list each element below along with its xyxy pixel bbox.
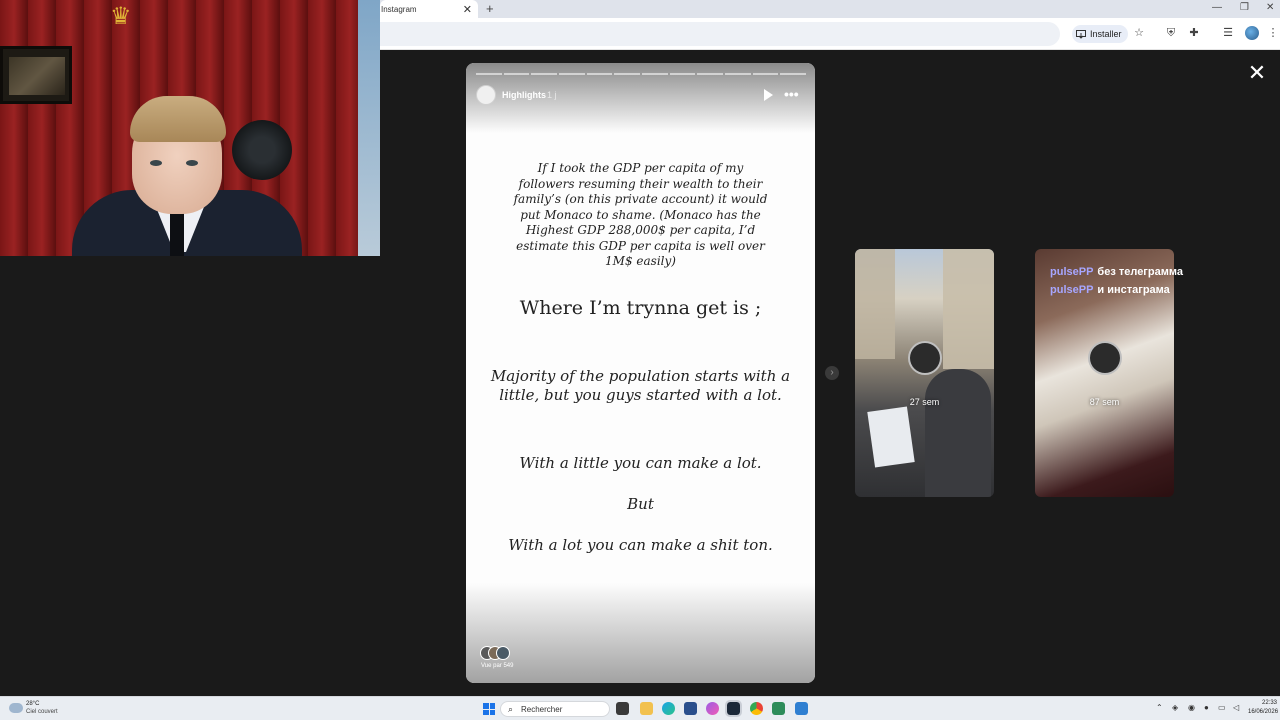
camera-equipment xyxy=(232,120,292,180)
person-eye-left xyxy=(150,160,162,166)
webcam-overlay: ♛ xyxy=(0,0,380,256)
install-icon xyxy=(1076,29,1086,39)
weather-icon[interactable] xyxy=(9,703,23,713)
clock-date[interactable]: 16/06/2026 xyxy=(1248,709,1278,715)
story-text-lot: With a lot you can make a shit ton. xyxy=(508,536,773,554)
tray-app-icon[interactable]: ◉ xyxy=(1188,703,1195,712)
progress-segment xyxy=(752,73,779,75)
person-eye-right xyxy=(186,160,198,166)
close-viewer-button[interactable]: ✕ xyxy=(1244,60,1270,86)
microphone-icon[interactable]: ● xyxy=(1204,703,1209,712)
progress-segment xyxy=(503,73,530,75)
building xyxy=(855,249,895,359)
story-text-but: But xyxy=(627,495,654,513)
play-icon[interactable] xyxy=(762,88,774,102)
preview-time-label: 27 sem xyxy=(909,397,940,407)
comment-text: без телеграмма xyxy=(1097,266,1183,278)
overlay-comment: pulsePP и инстаграма xyxy=(1050,284,1170,296)
preview-avatar xyxy=(1088,341,1122,375)
progress-segment xyxy=(780,73,807,75)
progress-segment xyxy=(531,73,558,75)
progress-segment xyxy=(642,73,668,75)
story-account-avatar[interactable] xyxy=(476,85,496,105)
viewer-avatars[interactable] xyxy=(480,646,516,660)
tray-app-icon[interactable]: ◈ xyxy=(1172,703,1178,712)
story-text-heading: Where I’m trynna get is ; xyxy=(519,297,762,319)
menu-icon[interactable]: ⋮ xyxy=(1266,26,1280,40)
shield-icon[interactable]: ⛨ xyxy=(1164,26,1178,40)
story-progress-bar xyxy=(476,73,807,75)
man-suit xyxy=(925,369,991,497)
building xyxy=(943,249,994,369)
preview-avatar xyxy=(908,341,942,375)
restore-button[interactable]: ❐ xyxy=(1240,2,1249,13)
progress-segment xyxy=(725,73,751,75)
progress-segment xyxy=(559,73,585,75)
overlay-comment: pulsePP без телеграмма xyxy=(1050,266,1183,278)
tab-instagram[interactable]: Instagram ✕ xyxy=(380,0,478,18)
clock-time[interactable]: 22:33 xyxy=(1262,700,1277,706)
story-text-gdp: If I took the GDP per capita of my follo… xyxy=(513,161,768,268)
taskbar: 28°C Ciel couvert ⌕ Rechercher ⌃ ◈ ◉ ● ▭… xyxy=(0,696,1280,720)
taskbar-search[interactable]: ⌕ Rechercher xyxy=(500,701,610,717)
messenger-icon[interactable] xyxy=(706,702,719,715)
task-view-icon[interactable] xyxy=(616,702,629,715)
progress-segment xyxy=(586,73,613,75)
next-story-arrow[interactable]: › xyxy=(825,366,839,380)
steam-icon[interactable] xyxy=(725,700,742,717)
network-icon[interactable]: ▭ xyxy=(1218,703,1226,712)
story-preview-1[interactable]: 27 sem xyxy=(855,249,994,497)
start-button[interactable] xyxy=(483,703,495,715)
progress-segment xyxy=(614,73,641,75)
search-icon: ⌕ xyxy=(508,704,514,714)
story-age: 1 j xyxy=(547,90,557,100)
progress-segment xyxy=(697,73,724,75)
new-tab-button[interactable]: + xyxy=(486,1,494,16)
comment-user: pulsePP xyxy=(1050,266,1094,278)
edge-icon[interactable] xyxy=(662,702,675,715)
profile-avatar[interactable] xyxy=(1245,26,1259,40)
progress-segment xyxy=(669,73,696,75)
wall xyxy=(358,0,380,256)
more-options-icon[interactable]: ••• xyxy=(784,86,799,102)
media-queue-icon[interactable]: ☰ xyxy=(1221,26,1235,40)
extensions-icon[interactable]: ✚ xyxy=(1187,26,1201,40)
preview-time-label: 87 sem xyxy=(1089,397,1120,407)
app-icon[interactable] xyxy=(795,702,808,715)
address-bar[interactable] xyxy=(380,22,1060,46)
bookmark-star-icon[interactable]: ☆ xyxy=(1132,26,1146,40)
chrome-icon[interactable] xyxy=(750,702,763,715)
file-explorer-icon[interactable] xyxy=(640,702,653,715)
viewer-avatar xyxy=(496,646,510,660)
tab-title: Instagram xyxy=(381,5,417,14)
comment-text: и инстаграма xyxy=(1097,284,1170,296)
seen-by-count[interactable]: Vue par 549 xyxy=(481,663,513,669)
app-icon[interactable] xyxy=(772,702,785,715)
minimize-button[interactable]: — xyxy=(1212,2,1222,13)
tray-chevron-icon[interactable]: ⌃ xyxy=(1156,703,1163,712)
install-button[interactable]: Installer xyxy=(1072,25,1128,43)
volume-icon[interactable]: ◁ xyxy=(1233,703,1239,712)
tab-close-icon[interactable]: ✕ xyxy=(463,3,472,16)
screen: { "browser": { "tab_title": "Instagram",… xyxy=(0,0,1280,720)
crown-icon: ♛ xyxy=(110,3,132,30)
store-icon[interactable] xyxy=(684,702,697,715)
browser-tab-bar: Instagram ✕ + — ❐ ✕ xyxy=(380,0,1280,18)
story-bottom-gradient xyxy=(466,583,815,683)
story-account-name[interactable]: Highlights xyxy=(502,90,546,100)
weather-description[interactable]: Ciel couvert xyxy=(26,709,58,715)
story-text-population: Majority of the population starts with a… xyxy=(490,367,791,404)
install-label: Installer xyxy=(1090,29,1122,39)
browser-toolbar: Installer ☆ ⛨ ✚ ☰ ⋮ xyxy=(380,18,1280,50)
painting xyxy=(0,46,72,104)
story-card[interactable]: Highlights 1 j ••• If I took the GDP per… xyxy=(466,63,815,683)
search-placeholder: Rechercher xyxy=(521,705,563,714)
story-text-little: With a little you can make a lot. xyxy=(519,454,762,472)
progress-segment xyxy=(476,73,502,75)
person-hair xyxy=(130,96,226,142)
weather-temperature[interactable]: 28°C xyxy=(26,701,39,707)
newspaper xyxy=(867,406,915,468)
window-close-button[interactable]: ✕ xyxy=(1266,2,1274,13)
comment-user: pulsePP xyxy=(1050,284,1094,296)
